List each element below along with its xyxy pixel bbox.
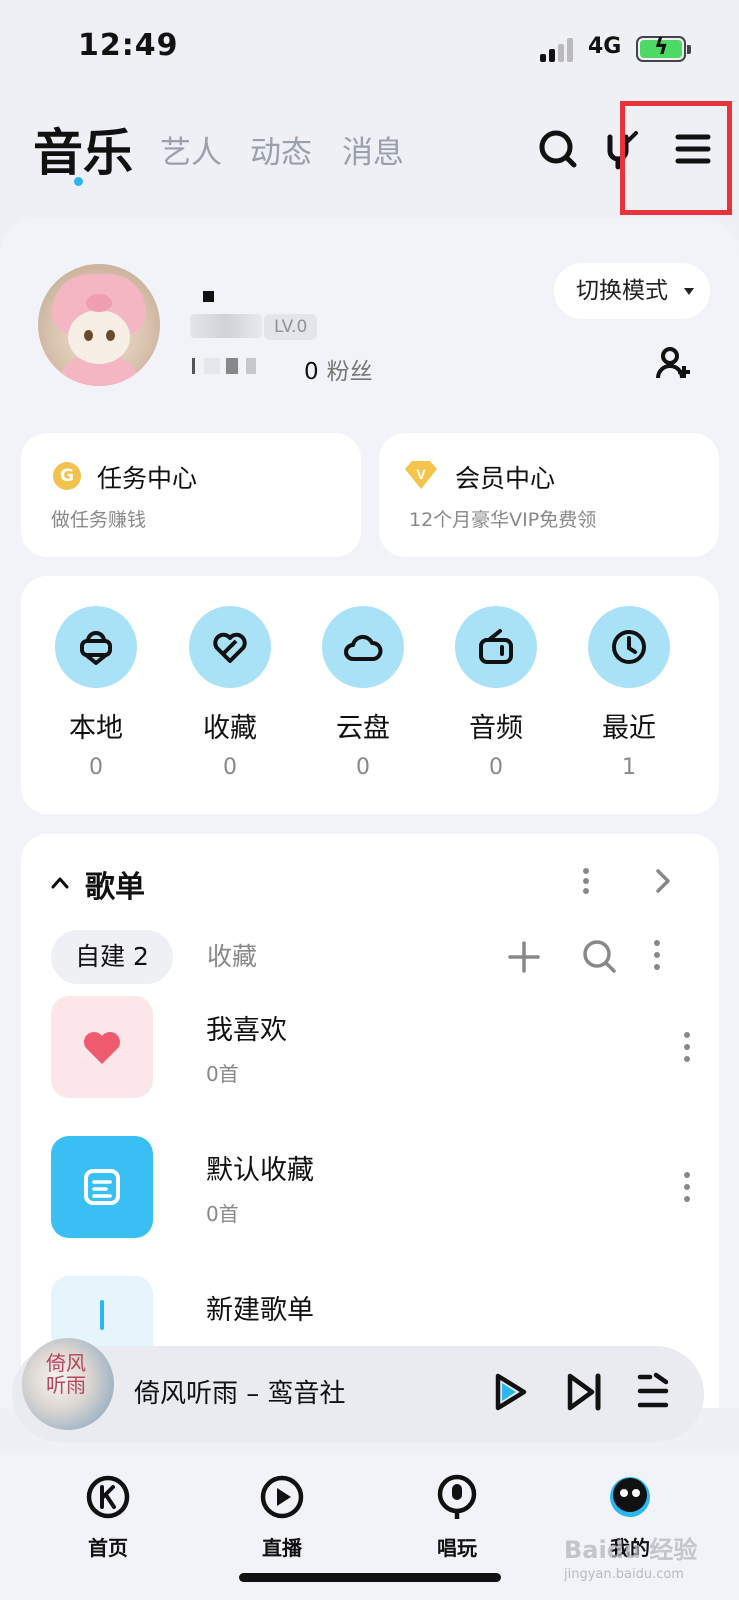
home-k-icon bbox=[86, 1475, 130, 1519]
svg-text:V: V bbox=[416, 466, 426, 482]
task-center-subtitle: 做任务赚钱 bbox=[51, 509, 147, 531]
vip-center-card[interactable]: V 会员中心 12个月豪华VIP免费领 bbox=[379, 433, 719, 557]
status-time: 12:49 bbox=[78, 28, 179, 63]
playlist-title[interactable]: 歌单 bbox=[85, 862, 145, 906]
track-cover[interactable]: 倚风听雨 bbox=[22, 1338, 114, 1430]
track-title[interactable]: 倚风听雨 – 鸾音社 bbox=[134, 1373, 346, 1410]
plus-icon bbox=[100, 1300, 104, 1330]
live-icon bbox=[260, 1475, 304, 1519]
plus-icon[interactable] bbox=[507, 940, 541, 974]
playlist-item-liked[interactable]: 我喜欢 0首 bbox=[51, 996, 691, 1100]
favorite-icon bbox=[213, 632, 247, 663]
search-icon[interactable] bbox=[536, 127, 580, 171]
add-friend-icon[interactable] bbox=[656, 346, 692, 380]
quick-local[interactable]: 本地 0 bbox=[46, 606, 146, 780]
document-icon bbox=[84, 1169, 120, 1205]
network-type: 4G bbox=[588, 34, 622, 59]
tabbar-sing[interactable]: 唱玩 bbox=[397, 1474, 517, 1561]
more-vertical-icon[interactable] bbox=[581, 866, 591, 896]
fans-count[interactable]: 0 粉丝 bbox=[304, 352, 373, 386]
local-icon bbox=[80, 631, 112, 665]
item-more-icon[interactable] bbox=[683, 1170, 691, 1204]
playlist-queue-icon[interactable] bbox=[636, 1372, 670, 1410]
playlist-search-icon[interactable] bbox=[581, 938, 617, 974]
vip-center-subtitle: 12个月豪华VIP免费领 bbox=[409, 509, 597, 531]
quick-favorites[interactable]: 收藏 0 bbox=[180, 606, 280, 780]
quick-access-card: 本地 0 收藏 0 云盘 0 音频 0 最近 1 bbox=[21, 576, 719, 814]
tabbar-home[interactable]: 首页 bbox=[48, 1474, 168, 1561]
caret-down-icon bbox=[684, 288, 694, 295]
me-icon bbox=[610, 1477, 650, 1517]
cloud-icon bbox=[344, 634, 383, 661]
default-cover bbox=[51, 1136, 153, 1238]
quick-audio[interactable]: 音频 0 bbox=[446, 606, 546, 780]
recent-icon bbox=[612, 630, 646, 664]
tabbar-live[interactable]: 直播 bbox=[222, 1474, 342, 1561]
audio-icon bbox=[479, 629, 513, 664]
avatar[interactable] bbox=[38, 264, 160, 386]
heart-icon bbox=[84, 1032, 120, 1064]
diamond-icon: V bbox=[405, 461, 437, 489]
active-tab-dot bbox=[74, 177, 83, 186]
chevron-right-icon[interactable] bbox=[655, 868, 671, 894]
follow-count-redacted bbox=[192, 354, 272, 378]
username-redacted bbox=[203, 291, 214, 302]
playlist-card: 歌单 自建 2 收藏 我喜欢 0首 默认收藏 0首 新建歌单 bbox=[21, 834, 719, 1408]
battery-icon: ϟ bbox=[636, 35, 691, 62]
user-id-redacted bbox=[190, 314, 262, 338]
switch-mode-button[interactable]: 切换模式 bbox=[554, 263, 710, 319]
segment-collected[interactable]: 收藏 bbox=[207, 930, 257, 984]
track-cover-text: 倚风听雨 bbox=[46, 1351, 86, 1397]
mic-icon bbox=[437, 1474, 477, 1519]
liked-cover bbox=[51, 996, 153, 1098]
quick-recent[interactable]: 最近 1 bbox=[579, 606, 679, 780]
tab-artist[interactable]: 艺人 bbox=[160, 127, 222, 172]
item-more-icon[interactable] bbox=[683, 1030, 691, 1064]
signal-icon bbox=[540, 38, 574, 62]
home-indicator[interactable] bbox=[239, 1573, 501, 1582]
task-center-title: 任务中心 bbox=[97, 464, 198, 493]
coin-icon: G bbox=[53, 462, 81, 490]
level-badge[interactable]: LV.0 bbox=[264, 314, 318, 340]
playlist-more-icon[interactable] bbox=[653, 938, 661, 972]
play-icon[interactable] bbox=[492, 1372, 528, 1412]
tab-music[interactable]: 音乐 bbox=[33, 113, 133, 185]
baidu-watermark: Baidu 经验 jingyan.baidu.com bbox=[564, 1536, 698, 1582]
next-track-icon[interactable] bbox=[566, 1372, 602, 1412]
status-bar: 12:49 4G ϟ bbox=[0, 0, 739, 90]
vip-center-title: 会员中心 bbox=[455, 464, 556, 493]
tab-messages[interactable]: 消息 bbox=[342, 127, 404, 172]
mini-player[interactable]: 倚风听雨 倚风听雨 – 鸾音社 bbox=[12, 1338, 704, 1442]
chevron-up-icon[interactable] bbox=[51, 874, 69, 892]
playlist-item-default[interactable]: 默认收藏 0首 bbox=[51, 1136, 691, 1240]
task-center-card[interactable]: G 任务中心 做任务赚钱 bbox=[21, 433, 361, 557]
menu-highlight-box bbox=[620, 101, 732, 215]
tab-feed[interactable]: 动态 bbox=[250, 127, 312, 172]
quick-cloud[interactable]: 云盘 0 bbox=[313, 606, 413, 780]
segment-created[interactable]: 自建 2 bbox=[51, 930, 173, 984]
